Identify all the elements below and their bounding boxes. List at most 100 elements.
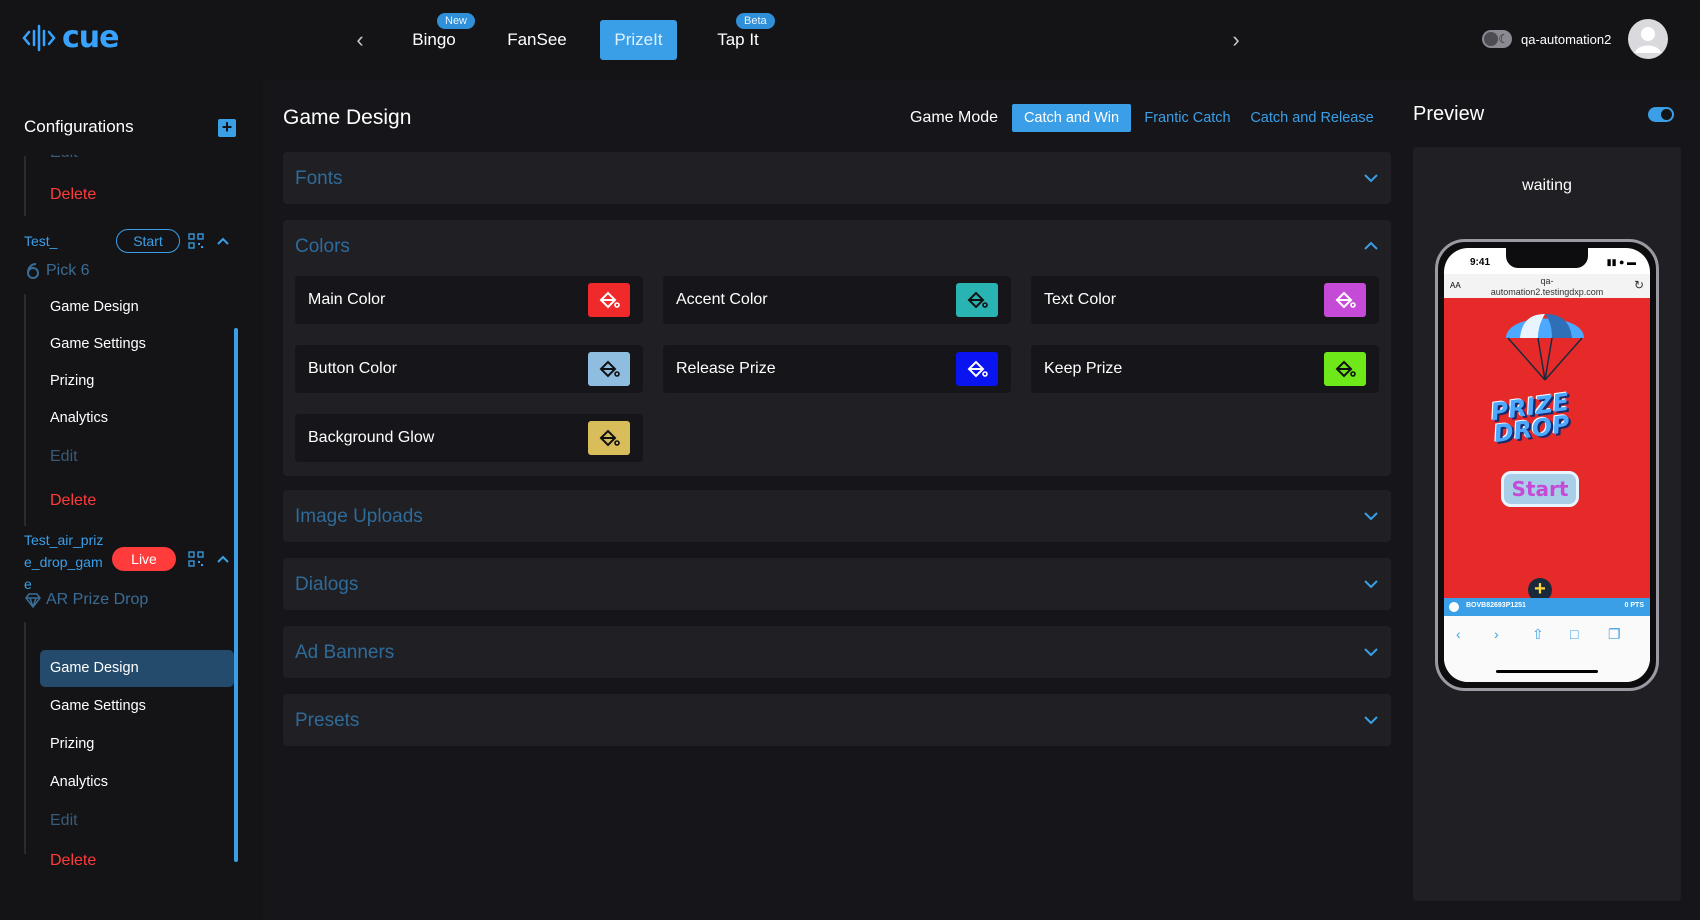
paint-bucket-icon bbox=[599, 360, 620, 378]
mode-catch-and-release[interactable]: Catch and Release bbox=[1245, 104, 1379, 132]
color-text: Text Color bbox=[1031, 276, 1379, 324]
chevron-down-icon[interactable] bbox=[1363, 644, 1379, 660]
color-picker-button[interactable] bbox=[588, 421, 630, 455]
color-keep-prize: Keep Prize bbox=[1031, 345, 1379, 393]
sidebar-item-game-design[interactable]: Game Design bbox=[50, 299, 139, 315]
moon-icon: ☾ bbox=[1498, 32, 1509, 46]
color-picker-button[interactable] bbox=[956, 283, 998, 317]
sidebar-item-delete[interactable]: Delete bbox=[50, 492, 96, 510]
tab-fansee[interactable]: FanSee bbox=[505, 20, 569, 60]
score-ticker: BOVB82693P1251 0 PTS bbox=[1444, 598, 1650, 616]
start-button[interactable]: Start bbox=[116, 229, 180, 253]
signal-wifi-battery-icon: ▮▮ ● ▬ bbox=[1606, 257, 1636, 267]
color-picker-button[interactable] bbox=[1324, 352, 1366, 386]
color-background-glow: Background Glow bbox=[295, 414, 643, 462]
back-icon[interactable]: ‹ bbox=[1456, 626, 1461, 642]
tab-tap-it[interactable]: Tap It Beta bbox=[712, 13, 775, 60]
pick6-icon bbox=[27, 263, 39, 279]
mode-catch-and-win[interactable]: Catch and Win bbox=[1012, 104, 1131, 132]
project-name[interactable]: Test_air_priz e_drop_gam e bbox=[24, 529, 103, 595]
app-logo[interactable]: cue bbox=[22, 20, 119, 55]
game-mode-label: Game Mode bbox=[910, 109, 999, 126]
sidebar-item-game-settings[interactable]: Game Settings bbox=[50, 336, 146, 352]
qr-code-icon[interactable] bbox=[188, 233, 204, 249]
presets-panel[interactable]: Presets bbox=[283, 694, 1391, 746]
theme-toggle[interactable]: ☾ bbox=[1482, 30, 1512, 48]
dialogs-panel[interactable]: Dialogs bbox=[283, 558, 1391, 610]
start-label: Start bbox=[133, 233, 163, 249]
sidebar-item-analytics[interactable]: Analytics bbox=[50, 410, 108, 426]
chevron-down-icon[interactable] bbox=[1363, 712, 1379, 728]
chevron-up-icon[interactable] bbox=[216, 552, 230, 566]
fonts-panel[interactable]: Fonts bbox=[283, 152, 1391, 204]
tab-prizeit[interactable]: PrizeIt bbox=[600, 20, 677, 60]
game-ar-prize-drop[interactable]: AR Prize Drop bbox=[24, 591, 148, 609]
project-name-line: Test_air_priz bbox=[24, 532, 104, 548]
chevron-up-icon[interactable] bbox=[1363, 238, 1379, 254]
parachute-icon bbox=[1506, 314, 1584, 381]
tree-line bbox=[24, 156, 26, 216]
diamond-icon bbox=[25, 593, 41, 609]
sidebar: Configurations + Edit Delete Test_ Start… bbox=[0, 80, 263, 920]
bookmarks-icon[interactable]: □ bbox=[1570, 626, 1578, 642]
browser-url-bar[interactable]: AA qa- automation2.testingdxp.com ↻ bbox=[1444, 274, 1650, 298]
sidebar-item-game-settings[interactable]: Game Settings bbox=[50, 698, 146, 714]
preview-toggle[interactable] bbox=[1648, 107, 1674, 122]
toggle-knob bbox=[1661, 109, 1672, 120]
tab-bingo[interactable]: Bingo New bbox=[408, 13, 476, 60]
live-badge[interactable]: Live bbox=[112, 547, 176, 571]
color-picker-button[interactable] bbox=[956, 352, 998, 386]
color-picker-button[interactable] bbox=[1324, 283, 1366, 317]
sidebar-title: Configurations bbox=[24, 117, 134, 136]
color-accent: Accent Color bbox=[663, 276, 1011, 324]
sidebar-item-game-design[interactable]: Game Design bbox=[50, 660, 139, 676]
chevron-down-icon[interactable] bbox=[1363, 508, 1379, 524]
new-badge: New bbox=[437, 13, 476, 29]
game-start-button[interactable]: Start bbox=[1501, 471, 1579, 507]
sidebar-item-edit[interactable]: Edit bbox=[50, 812, 78, 830]
sidebar-item-analytics[interactable]: Analytics bbox=[50, 774, 108, 790]
color-picker-button[interactable] bbox=[588, 283, 630, 317]
sidebar-item-edit-partial[interactable]: Edit bbox=[50, 155, 78, 162]
sidebar-item-delete[interactable]: Delete bbox=[50, 852, 96, 870]
image-uploads-panel[interactable]: Image Uploads bbox=[283, 490, 1391, 542]
project-name[interactable]: Test_ bbox=[24, 230, 57, 252]
toggle-knob bbox=[1484, 32, 1498, 46]
sidebar-scrollbar[interactable] bbox=[234, 328, 238, 862]
preview-title: Preview bbox=[1413, 103, 1485, 125]
mode-frantic-catch[interactable]: Frantic Catch bbox=[1135, 104, 1240, 132]
add-configuration-button[interactable]: + bbox=[218, 118, 236, 137]
qr-code-icon[interactable] bbox=[188, 551, 204, 567]
sidebar-item-delete[interactable]: Delete bbox=[50, 186, 96, 204]
reader-aa-icon: AA bbox=[1450, 281, 1461, 290]
tab-label: Tap It bbox=[717, 30, 759, 49]
nav-prev-arrow-icon[interactable]: ‹ bbox=[350, 26, 370, 54]
sidebar-item-prizing[interactable]: Prizing bbox=[50, 736, 94, 752]
chevron-down-icon[interactable] bbox=[1363, 576, 1379, 592]
url-text: qa- automation2.testingdxp.com bbox=[1474, 276, 1620, 298]
paint-bucket-icon bbox=[967, 291, 988, 309]
tabs-icon[interactable]: ❐ bbox=[1608, 626, 1621, 643]
chevron-down-icon[interactable] bbox=[1363, 170, 1379, 186]
color-button: Button Color bbox=[295, 345, 643, 393]
share-icon[interactable]: ⇧ bbox=[1532, 626, 1544, 643]
forward-icon[interactable]: › bbox=[1494, 626, 1499, 642]
color-label: Text Color bbox=[1044, 291, 1117, 308]
ad-banners-panel[interactable]: Ad Banners bbox=[283, 626, 1391, 678]
sidebar-item-prizing[interactable]: Prizing bbox=[50, 373, 94, 389]
game-pick-6[interactable]: Pick 6 bbox=[24, 262, 90, 280]
tab-label: FanSee bbox=[507, 30, 567, 49]
panel-title: Ad Banners bbox=[295, 642, 395, 663]
chevron-up-icon[interactable] bbox=[216, 234, 230, 248]
paint-bucket-icon bbox=[1335, 291, 1356, 309]
nav-next-arrow-icon[interactable]: › bbox=[1226, 26, 1246, 54]
reload-icon[interactable]: ↻ bbox=[1634, 278, 1644, 292]
color-label: Release Prize bbox=[676, 360, 776, 377]
color-label: Background Glow bbox=[308, 429, 435, 446]
panel-title: Fonts bbox=[295, 168, 343, 189]
panel-title: Dialogs bbox=[295, 574, 359, 595]
game-name: AR Prize Drop bbox=[46, 591, 149, 608]
color-picker-button[interactable] bbox=[588, 352, 630, 386]
avatar[interactable] bbox=[1628, 19, 1668, 59]
sidebar-item-edit[interactable]: Edit bbox=[50, 448, 78, 466]
